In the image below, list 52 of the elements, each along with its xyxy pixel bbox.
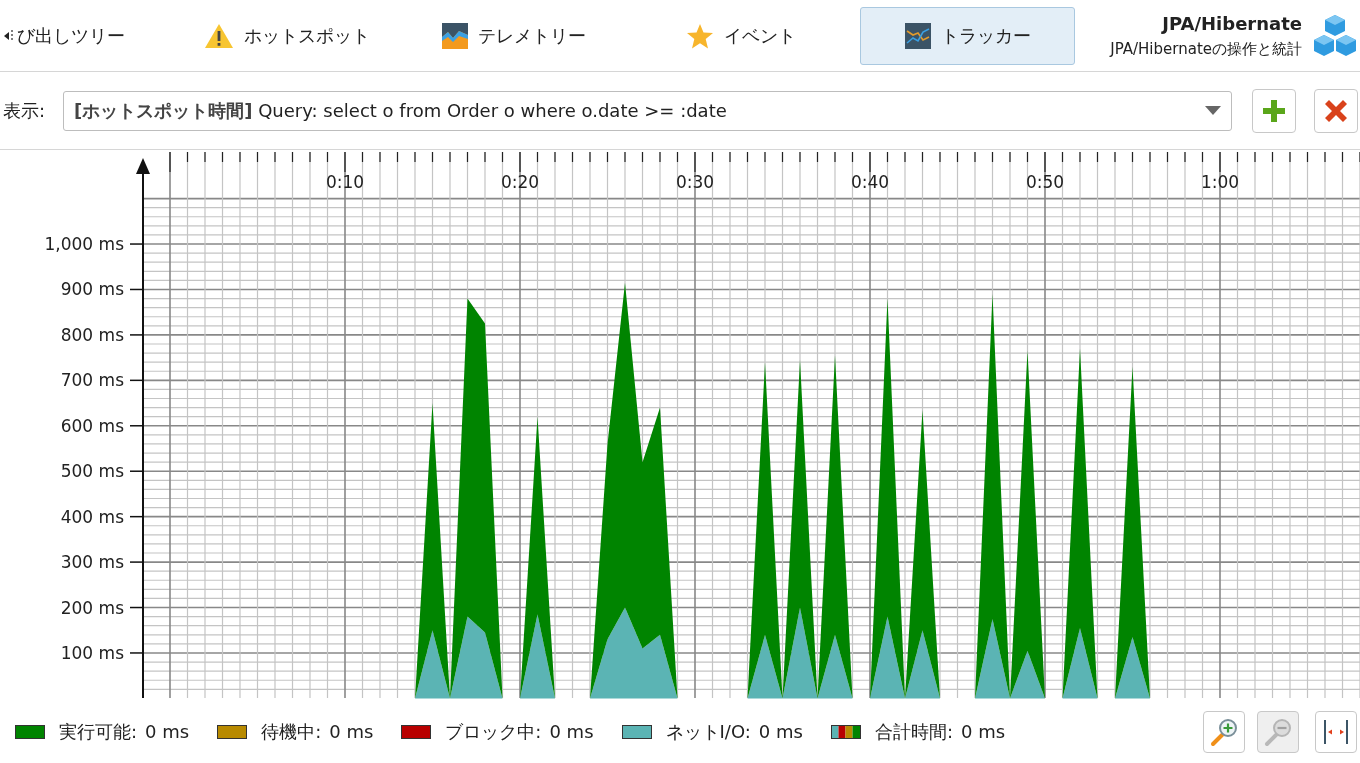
cubes-logo [1312, 12, 1358, 59]
x-tick-label: 1:00 [1200, 172, 1240, 192]
y-tick-label: 700 ms [60, 370, 124, 391]
y-tick-label: 100 ms [60, 642, 124, 663]
zoom-out-icon [1264, 716, 1292, 747]
tab[interactable]: ホットスポット [179, 6, 394, 65]
query-combobox[interactable]: [ホットスポット時間] Query: select o from Order o where o.date >= :date [63, 90, 1232, 131]
area-chart-icon [441, 22, 468, 49]
x-tick-label: 0:20 [500, 172, 540, 192]
line-chart-icon [904, 22, 931, 49]
legend-label: 合計時間: [874, 719, 953, 744]
tab[interactable]: イベント [633, 6, 848, 65]
y-tick-label: 1,000 ms [44, 234, 124, 255]
dropdown-caret-icon [1205, 106, 1221, 115]
legend-value: 0 ms [145, 721, 190, 742]
y-tick-label: 300 ms [60, 552, 124, 573]
y-tick-label: 900 ms [60, 279, 124, 300]
tab[interactable]: び出しツリー [14, 6, 164, 65]
legend-value: 0 ms [961, 721, 1006, 742]
add-button[interactable] [1252, 88, 1296, 133]
fit-width-icon [1322, 717, 1350, 746]
legend-label: 実行可能: [59, 719, 138, 744]
legend-label: 待機中: [261, 719, 322, 744]
show-label: 表示: [3, 98, 47, 123]
zoom-in-button[interactable] [1203, 710, 1245, 753]
legend-value: 0 ms [329, 721, 374, 742]
legend-label: ブロック中: [445, 719, 542, 744]
y-tick-label: 400 ms [60, 506, 124, 527]
legend-value: 0 ms [758, 721, 803, 742]
y-tick-label: 800 ms [60, 324, 124, 345]
tab[interactable]: テレメトリー [406, 6, 621, 65]
x-tick-label: 0:50 [1025, 172, 1065, 192]
header-subtitle: JPA/Hibernateの操作と統計 [1110, 39, 1302, 59]
fit-button[interactable] [1315, 710, 1357, 753]
x-tick-label: 0:30 [675, 172, 715, 192]
warning-icon [203, 22, 234, 49]
x-tick-label: 0:40 [850, 172, 890, 192]
y-tick-label: 600 ms [60, 415, 124, 436]
x-tick-label: 0:10 [325, 172, 365, 192]
close-icon [1323, 97, 1349, 124]
y-tick-label: 500 ms [60, 461, 124, 482]
scroll-left-icon[interactable] [4, 28, 14, 43]
multicolor-swatch-icon [830, 724, 861, 739]
header-title: JPA/Hibernate [1162, 12, 1302, 34]
legend-label: ネットI/O: [665, 719, 751, 744]
plus-icon [1262, 98, 1286, 123]
zoom-in-icon [1210, 716, 1238, 747]
star-icon [685, 22, 714, 49]
delete-button[interactable] [1314, 88, 1358, 133]
legend-value: 0 ms [549, 721, 594, 742]
y-tick-label: 200 ms [60, 597, 124, 618]
tab[interactable]: トラッカー [860, 6, 1075, 65]
